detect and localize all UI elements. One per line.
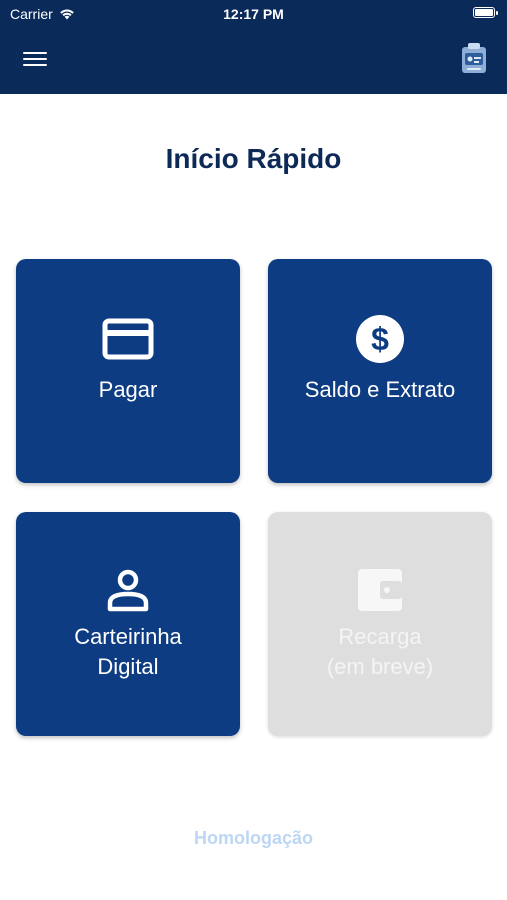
battery-icon <box>473 7 498 18</box>
status-bar: Carrier 12:17 PM <box>0 0 507 28</box>
balance-statement-tile[interactable]: $ Saldo e Extrato <box>268 259 492 483</box>
app-logo-icon[interactable] <box>459 43 489 75</box>
pay-label: Pagar <box>98 377 158 402</box>
wallet-icon <box>356 568 404 612</box>
recharge-label: Recarga (em breve) <box>327 622 433 682</box>
page-title: Início Rápido <box>165 143 342 174</box>
person-icon <box>106 568 150 612</box>
hamburger-menu-icon[interactable] <box>22 48 48 70</box>
status-time: 12:17 PM <box>223 6 284 22</box>
environment-label: Homologação <box>193 828 313 848</box>
credit-card-icon <box>102 317 154 361</box>
pay-tile[interactable]: Pagar <box>16 259 240 483</box>
digital-card-label: Carteirinha Digital <box>74 622 182 682</box>
top-bar: Carrier 12:17 PM <box>0 0 507 94</box>
svg-text:$: $ <box>371 321 389 357</box>
digital-card-label-line2: Digital <box>97 654 159 679</box>
balance-statement-label: Saldo e Extrato <box>304 377 456 402</box>
recharge-label-line2: (em breve) <box>326 654 434 679</box>
recharge-tile: Recarga (em breve) <box>268 512 492 736</box>
digital-card-tile[interactable]: Carteirinha Digital <box>16 512 240 736</box>
digital-card-label-line1: Carteirinha <box>74 624 182 649</box>
dollar-circle-icon: $ <box>355 315 405 363</box>
recharge-label-line1: Recarga <box>338 624 422 649</box>
